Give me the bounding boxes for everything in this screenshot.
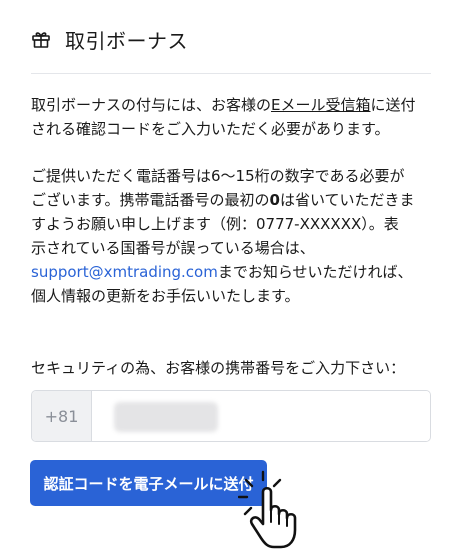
phone-input-wrapper xyxy=(92,391,430,441)
email-inbox-text: Eメール受信箱 xyxy=(271,96,371,114)
requirement-line: 個人情報の更新をお手伝いいたします。 xyxy=(31,287,300,305)
bonus-instructions: 取引ボーナスの付与には、お客様のEメール受信箱に送付 される確認コードをご入力い… xyxy=(31,93,441,141)
country-code-prefix: +81 xyxy=(32,391,92,441)
instruction-line: される確認コードをご入力いただく必要があります。 xyxy=(31,120,390,138)
requirement-line: すようお願い申し上げます（例：0777-XXXXXX）。表 xyxy=(31,215,399,233)
gift-icon xyxy=(31,29,51,49)
send-verification-code-button[interactable]: 認証コードを電子メールに送付 xyxy=(30,460,267,506)
header-divider xyxy=(31,73,431,74)
requirement-line: 示されている国番号が誤っている場合は、 xyxy=(31,239,315,257)
phone-number-input[interactable] xyxy=(92,391,430,441)
panel-header: 取引ボーナス xyxy=(31,24,188,54)
requirement-line: ございます。携帯電話番号の最初の0は省いていただきま xyxy=(31,191,415,209)
leading-zero-text: 0 xyxy=(269,191,280,209)
phone-input-group: +81 xyxy=(31,390,431,442)
phone-field-label: セキュリティの為、お客様の携帯番号をご入力下さい： xyxy=(31,359,406,377)
phone-requirements: ご提供いただく電話番号は6〜15桁の数字である必要が ございます。携帯電話番号の… xyxy=(31,164,441,308)
instruction-line: 取引ボーナスの付与には、お客様のEメール受信箱に送付 xyxy=(31,96,416,114)
requirement-line: support@xmtrading.comまでお知らせいただければ、 xyxy=(31,263,413,281)
bonus-panel: 取引ボーナス 取引ボーナスの付与には、お客様のEメール受信箱に送付 される確認コ… xyxy=(0,0,457,560)
support-email-link[interactable]: support@xmtrading.com xyxy=(31,263,218,281)
panel-title: 取引ボーナス xyxy=(65,28,188,53)
requirement-line: ご提供いただく電話番号は6〜15桁の数字である必要が xyxy=(31,167,405,185)
